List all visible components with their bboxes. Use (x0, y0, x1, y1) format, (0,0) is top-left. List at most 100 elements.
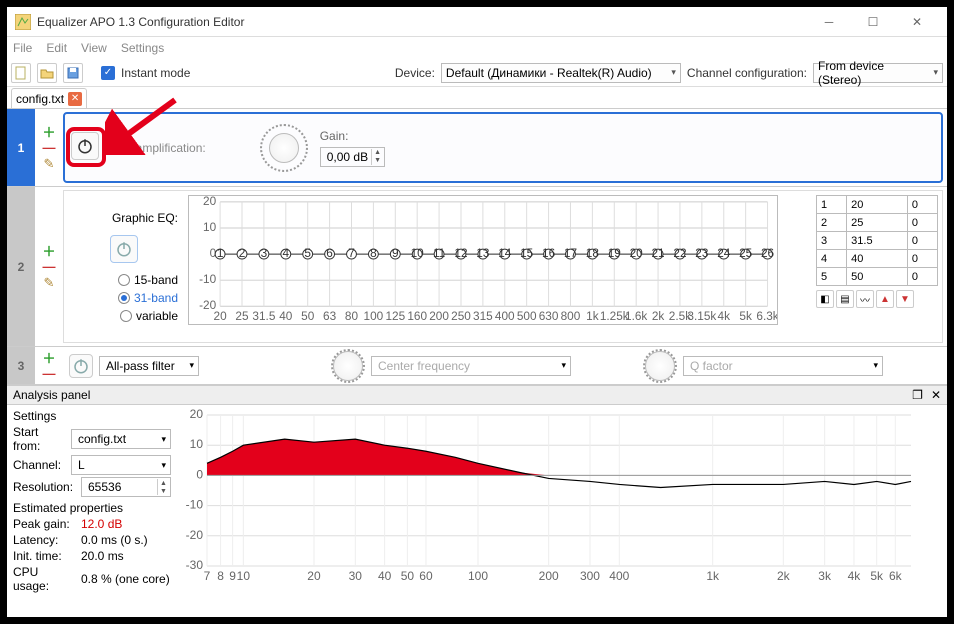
svg-text:20: 20 (214, 309, 228, 323)
q-factor-field[interactable]: Q factor▾ (683, 356, 883, 376)
titlebar: Equalizer APO 1.3 Configuration Editor ─… (7, 7, 947, 37)
instant-mode-checkbox[interactable]: ✓ (101, 66, 115, 80)
svg-text:20: 20 (190, 409, 204, 421)
menu-edit[interactable]: Edit (46, 41, 67, 55)
eq-tool-4[interactable]: ▲ (876, 290, 894, 308)
svg-text:200: 200 (429, 309, 449, 323)
analysis-panel-header: Analysis panel ❐ ✕ (7, 385, 947, 405)
svg-text:22: 22 (673, 246, 686, 260)
start-from-label: Start from: (13, 425, 67, 453)
tab-close-icon[interactable]: ✕ (68, 92, 82, 106)
svg-text:9: 9 (229, 569, 236, 583)
menu-view[interactable]: View (81, 41, 107, 55)
maximize-button[interactable]: ☐ (851, 8, 895, 36)
svg-text:5: 5 (304, 246, 311, 260)
filter-block-1: 1 ＋ — ✎ Preamplification: Gain: 0,00 dB … (7, 109, 947, 187)
q-knob[interactable] (643, 349, 677, 383)
block-body[interactable]: Preamplification: Gain: 0,00 dB ▲▼ (63, 112, 943, 183)
svg-text:-20: -20 (186, 528, 204, 542)
center-freq-knob[interactable] (331, 349, 365, 383)
power-toggle[interactable] (69, 354, 93, 378)
app-icon (15, 14, 31, 30)
svg-text:-30: -30 (186, 558, 204, 572)
eq-tool-2[interactable]: ▤ (836, 290, 854, 308)
svg-text:125: 125 (385, 309, 405, 323)
add-button[interactable]: ＋ (40, 351, 58, 365)
toolbar: ✓ Instant mode Device: Default (Динамики… (7, 59, 947, 87)
save-file-button[interactable] (63, 63, 83, 83)
filter-block-3: 3 ＋ — All-pass filter▾ Center frequency▾… (7, 347, 947, 385)
svg-text:20: 20 (630, 246, 644, 260)
eq-tool-3[interactable]: 〰 (856, 290, 874, 308)
latency-label: Latency: (13, 533, 77, 547)
remove-button[interactable]: — (40, 367, 58, 381)
device-select[interactable]: Default (Динамики - Realtek(R) Audio)▾ (441, 63, 681, 83)
edit-button[interactable]: ✎ (40, 276, 58, 290)
svg-text:-10: -10 (186, 498, 204, 512)
start-from-select[interactable]: config.txt▾ (71, 429, 171, 449)
gain-label: Gain: (320, 129, 385, 143)
svg-text:6: 6 (326, 246, 333, 260)
eq-tool-1[interactable]: ◧ (816, 290, 834, 308)
minimize-button[interactable]: ─ (807, 8, 851, 36)
svg-text:500: 500 (517, 309, 537, 323)
power-toggle[interactable] (110, 235, 138, 263)
channel-select[interactable]: L▾ (71, 455, 171, 475)
file-tab[interactable]: config.txt ✕ (11, 88, 87, 108)
svg-text:80: 80 (345, 309, 359, 323)
new-file-button[interactable] (11, 63, 31, 83)
svg-text:15: 15 (520, 246, 534, 260)
svg-text:10: 10 (237, 569, 251, 583)
svg-text:250: 250 (451, 309, 471, 323)
block-body: Graphic EQ: 15-band 31-band variable -20… (63, 190, 943, 343)
power-toggle[interactable] (71, 132, 99, 160)
svg-text:26: 26 (761, 246, 775, 260)
svg-text:11: 11 (433, 246, 445, 260)
menu-settings[interactable]: Settings (121, 41, 164, 55)
svg-text:100: 100 (468, 569, 488, 583)
block-actions: ＋ — ✎ (35, 109, 63, 186)
close-button[interactable]: ✕ (895, 8, 939, 36)
gain-knob[interactable] (260, 124, 308, 172)
svg-text:50: 50 (401, 569, 415, 583)
add-button[interactable]: ＋ (40, 125, 58, 139)
svg-text:60: 60 (419, 569, 433, 583)
svg-text:3k: 3k (818, 569, 832, 583)
peak-gain-label: Peak gain: (13, 517, 77, 531)
close-panel-icon[interactable]: ✕ (931, 388, 941, 402)
band-15-radio[interactable]: 15-band (118, 273, 178, 287)
svg-text:16: 16 (542, 246, 556, 260)
add-button[interactable]: ＋ (40, 244, 58, 258)
svg-text:4k: 4k (848, 569, 862, 583)
analysis-plot[interactable]: -30-20-100102078910203040506010020030040… (177, 405, 947, 591)
svg-text:300: 300 (580, 569, 600, 583)
center-freq-field[interactable]: Center frequency▾ (371, 356, 571, 376)
svg-text:7: 7 (204, 569, 211, 583)
channel-config-label: Channel configuration: (687, 66, 807, 80)
gain-spinner[interactable]: 0,00 dB ▲▼ (320, 147, 385, 167)
svg-text:20: 20 (203, 195, 217, 208)
svg-text:4k: 4k (718, 309, 731, 323)
open-file-button[interactable] (37, 63, 57, 83)
remove-button[interactable]: — (40, 141, 58, 155)
channel-config-select[interactable]: From device (Stereo)▾ (813, 63, 943, 83)
analysis-title: Analysis panel (13, 388, 90, 402)
detach-icon[interactable]: ❐ (912, 388, 923, 402)
channel-label: Channel: (13, 458, 67, 472)
init-time-label: Init. time: (13, 549, 77, 563)
svg-text:0: 0 (196, 467, 203, 481)
device-label: Device: (395, 66, 435, 80)
menu-file[interactable]: File (13, 41, 32, 55)
svg-text:315: 315 (473, 309, 493, 323)
svg-text:5k: 5k (870, 569, 884, 583)
band-variable-radio[interactable]: variable (120, 309, 178, 323)
eq-tool-5[interactable]: ▼ (896, 290, 914, 308)
resolution-spinner[interactable]: 65536▲▼ (81, 477, 171, 497)
edit-button[interactable]: ✎ (40, 157, 58, 171)
eq-graph[interactable]: -20-100102012345678910111213141516171819… (184, 191, 812, 342)
svg-text:63: 63 (323, 309, 337, 323)
svg-text:40: 40 (279, 309, 293, 323)
remove-button[interactable]: — (40, 260, 58, 274)
filter-type-select[interactable]: All-pass filter▾ (99, 356, 199, 376)
band-31-radio[interactable]: 31-band (118, 291, 178, 305)
